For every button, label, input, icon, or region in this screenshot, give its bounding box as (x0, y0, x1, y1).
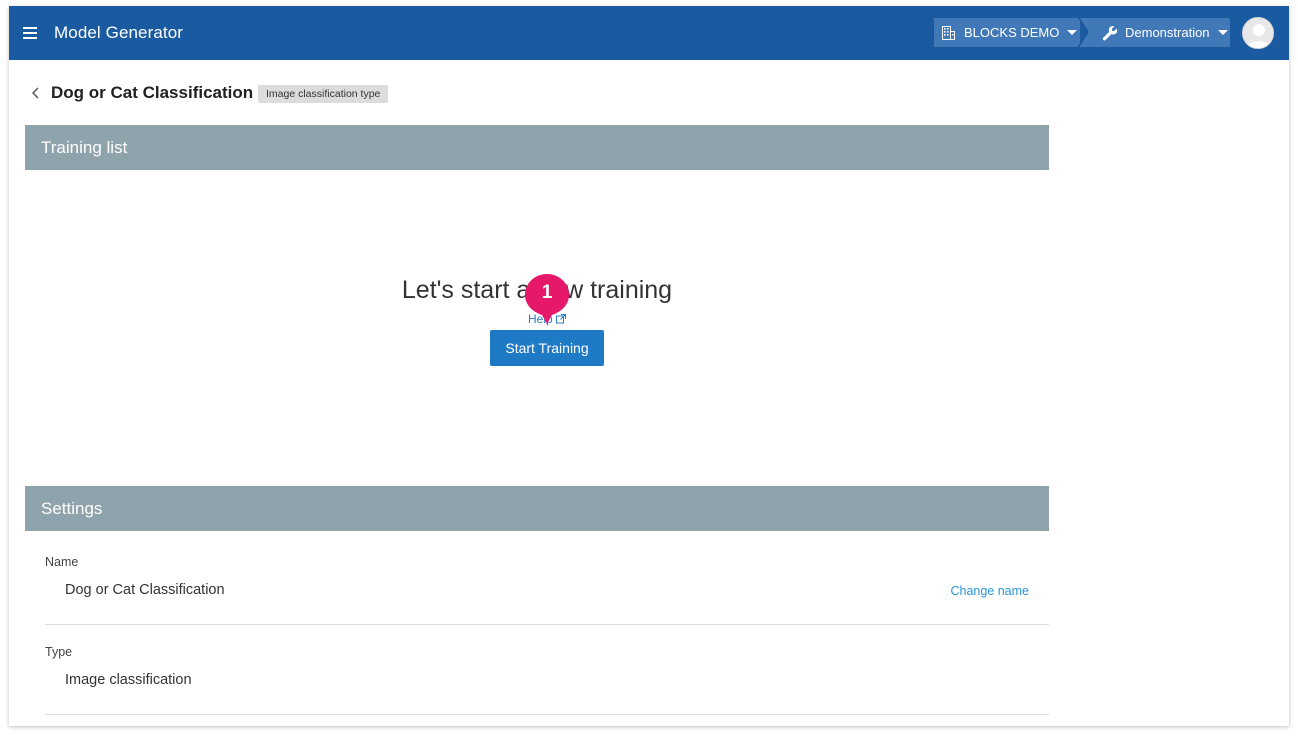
change-name-link[interactable]: Change name (950, 584, 1029, 598)
settings-title: Settings (41, 498, 103, 518)
type-field: Type Image classification (45, 645, 1049, 705)
app-title: Model Generator (54, 23, 184, 42)
chevron-down-icon (1217, 30, 1228, 35)
divider (45, 624, 1049, 625)
type-label: Type (45, 645, 73, 659)
project-name: Demonstration (1125, 25, 1210, 40)
wrench-icon (1102, 25, 1118, 40)
training-empty-state: Let's start a new training Help Start Tr… (25, 170, 1049, 486)
project-selector[interactable]: Demonstration (1080, 18, 1230, 47)
step-marker-number: 1 (541, 282, 553, 303)
training-list-header: Training list (25, 125, 1049, 170)
organization-selector[interactable]: BLOCKS DEMO (934, 18, 1087, 47)
type-badge: Image classification type (258, 85, 389, 103)
type-value: Image classification (65, 672, 192, 688)
step-marker: 1 (523, 272, 571, 328)
divider (45, 714, 1049, 715)
name-field: Name Dog or Cat Classification Change na… (45, 555, 1049, 615)
app-bar: Model Generator BLOCKS DEMO Demonstratio… (9, 6, 1289, 60)
back-arrow-icon[interactable] (29, 84, 43, 102)
user-icon (1247, 24, 1271, 48)
hamburger-menu-icon[interactable] (23, 22, 41, 44)
name-value: Dog or Cat Classification (65, 582, 225, 598)
training-list-title: Training list (41, 137, 128, 157)
start-training-button[interactable]: Start Training (490, 330, 604, 366)
page-header: Dog or Cat Classification Image classifi… (9, 80, 609, 108)
building-icon (942, 25, 955, 40)
organization-name: BLOCKS DEMO (964, 25, 1060, 40)
chevron-down-icon (1067, 30, 1078, 35)
settings-header: Settings (25, 486, 1049, 531)
user-avatar[interactable] (1242, 17, 1274, 49)
name-label: Name (45, 555, 79, 569)
app-window: Model Generator BLOCKS DEMO Demonstratio… (9, 6, 1289, 726)
page-title: Dog or Cat Classification (51, 83, 254, 102)
